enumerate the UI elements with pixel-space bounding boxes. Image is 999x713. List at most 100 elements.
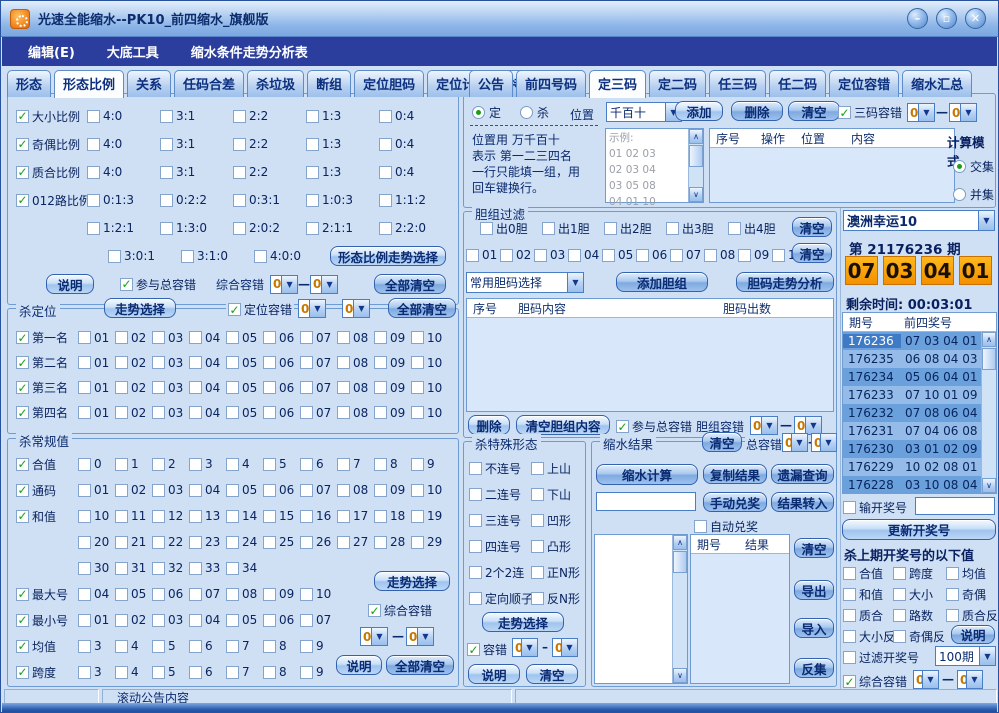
checkbox-05[interactable]: 05: [115, 587, 152, 601]
checkbox-07[interactable]: 07: [300, 356, 337, 370]
position-tolerance-from-dropdown[interactable]: 0▼: [298, 299, 326, 318]
checkbox-box[interactable]: [306, 194, 319, 207]
checkbox-box[interactable]: [189, 458, 202, 471]
dropdown-arrow-icon[interactable]: ▼: [979, 647, 995, 665]
position-tolerance-to-dropdown[interactable]: 0▼: [342, 299, 370, 318]
checkbox-box[interactable]: [189, 588, 202, 601]
checkbox-box[interactable]: [946, 588, 959, 601]
fix3-delete-button[interactable]: 删除: [731, 101, 783, 121]
shape-tolerance-to-dropdown[interactable]: 0▼: [310, 275, 338, 294]
checkbox-均值[interactable]: ✓均值: [16, 638, 56, 655]
scroll-up-icon[interactable]: ∧: [982, 332, 996, 347]
checkbox-04[interactable]: 04: [189, 406, 226, 420]
checkbox-1:2:1[interactable]: 1:2:1: [87, 221, 160, 235]
dropdown-arrow-icon[interactable]: ▼: [960, 104, 976, 121]
tab-形态[interactable]: 形态: [7, 70, 51, 97]
checkbox-box[interactable]: [115, 666, 128, 679]
checkbox-0:4[interactable]: 0:4: [379, 137, 452, 151]
fix3-input-area[interactable]: 示例:01 02 0302 03 0403 05 0804 01 10 ∧∨: [605, 128, 704, 203]
checkbox-box[interactable]: [843, 609, 856, 622]
checkbox-box[interactable]: [233, 194, 246, 207]
dropdown-arrow-icon[interactable]: ▼: [978, 211, 994, 230]
checkbox-01[interactable]: 01: [78, 406, 115, 420]
checkbox-box[interactable]: [374, 331, 387, 344]
checkbox-02[interactable]: 02: [500, 248, 534, 262]
tab-前四号码[interactable]: 前四号码: [516, 70, 586, 97]
dropdown-arrow-icon[interactable]: ▼: [521, 639, 537, 656]
special-help-button[interactable]: 说明: [468, 664, 520, 684]
kill-regular-help-button[interactable]: 说明: [336, 655, 382, 675]
checkbox-出2胆[interactable]: 出2胆: [604, 220, 666, 237]
checkbox-过滤开奖号[interactable]: 过滤开奖号: [843, 649, 919, 666]
checkbox-box[interactable]: [531, 592, 544, 605]
checkbox-4:0:0[interactable]: 4:0:0: [254, 249, 327, 263]
checkbox-1[interactable]: 1: [115, 457, 152, 471]
checkbox-box[interactable]: [843, 651, 856, 664]
special-tolerance-to-dropdown[interactable]: 0▼: [552, 638, 578, 657]
checkbox-凸形[interactable]: 凸形: [531, 538, 571, 555]
checkbox-07[interactable]: 07: [670, 248, 704, 262]
checkbox-box[interactable]: [263, 614, 276, 627]
checkbox-box[interactable]: [946, 609, 959, 622]
checkbox-box[interactable]: ✓: [228, 303, 241, 316]
checkbox-08[interactable]: 08: [337, 381, 374, 395]
checkbox-box[interactable]: ✓: [16, 614, 29, 627]
checkbox-第四名[interactable]: ✓第四名: [16, 404, 68, 421]
dan-clear-content-button[interactable]: 清空胆组内容: [516, 415, 610, 435]
checkbox-box[interactable]: [263, 356, 276, 369]
checkbox-box[interactable]: [189, 666, 202, 679]
scroll-track[interactable]: [689, 144, 703, 187]
history-row[interactable]: 17623506 08 04 03: [843, 350, 981, 368]
checkbox-box[interactable]: [87, 138, 100, 151]
checkbox-9[interactable]: 9: [300, 639, 337, 653]
checkbox-04[interactable]: 04: [189, 483, 226, 497]
checkbox-定位容错[interactable]: ✓定位容错: [228, 301, 292, 318]
checkbox-参与总容错[interactable]: ✓参与总容错: [616, 418, 692, 435]
history-scrollbar[interactable]: ∧∨: [981, 332, 996, 493]
checkbox-box[interactable]: [374, 406, 387, 419]
checkbox-box[interactable]: [87, 222, 100, 235]
checkbox-06[interactable]: 06: [636, 248, 670, 262]
checkbox-07[interactable]: 07: [300, 483, 337, 497]
checkbox-三码容错[interactable]: ✓三码容错: [838, 104, 902, 121]
tab-公告[interactable]: 公告: [469, 70, 513, 97]
checkbox-box[interactable]: ✓: [467, 643, 480, 656]
checkbox-box[interactable]: [87, 110, 100, 123]
checkbox-box[interactable]: [263, 406, 276, 419]
checkbox-1:0:3[interactable]: 1:0:3: [306, 193, 379, 207]
checkbox-大小反[interactable]: 大小反: [843, 628, 893, 645]
checkbox-08[interactable]: 08: [337, 331, 374, 345]
checkbox-box[interactable]: ✓: [16, 484, 29, 497]
checkbox-01[interactable]: 01: [78, 613, 115, 627]
checkbox-box[interactable]: [374, 381, 387, 394]
checkbox-1:3[interactable]: 1:3: [306, 137, 379, 151]
checkbox-05[interactable]: 05: [226, 483, 263, 497]
radio-union[interactable]: [953, 188, 966, 201]
checkbox-8[interactable]: 8: [263, 639, 300, 653]
checkbox-box[interactable]: [337, 331, 350, 344]
checkbox-07[interactable]: 07: [300, 613, 337, 627]
scroll-up-icon[interactable]: ∧: [689, 129, 703, 144]
checkbox-和值[interactable]: 和值: [843, 586, 893, 603]
export-button[interactable]: 导出: [794, 580, 834, 600]
checkbox-06[interactable]: 06: [152, 587, 189, 601]
checkbox-4[interactable]: 4: [226, 457, 263, 471]
checkbox-box[interactable]: ✓: [838, 106, 851, 119]
dropdown-arrow-icon[interactable]: ▼: [918, 104, 934, 121]
checkbox-三连号[interactable]: 三连号: [469, 512, 521, 529]
checkbox-3:1:0[interactable]: 3:1:0: [181, 249, 254, 263]
checkbox-box[interactable]: [374, 356, 387, 369]
checkbox-box[interactable]: [337, 510, 350, 523]
checkbox-box[interactable]: [604, 222, 617, 235]
checkbox-box[interactable]: [226, 458, 239, 471]
scroll-down-icon[interactable]: ∨: [673, 668, 687, 683]
checkbox-07[interactable]: 07: [300, 381, 337, 395]
checkbox-跨度[interactable]: 跨度: [893, 565, 946, 582]
checkbox-0[interactable]: 0: [78, 457, 115, 471]
checkbox-box[interactable]: [78, 562, 91, 575]
checkbox-25[interactable]: 25: [263, 535, 300, 549]
checkbox-大小比例[interactable]: ✓大小比例: [16, 108, 80, 125]
special-tolerance-from-dropdown[interactable]: 0▼: [512, 638, 538, 657]
checkbox-04[interactable]: 04: [189, 331, 226, 345]
checkbox-合值[interactable]: ✓合值: [16, 456, 56, 473]
